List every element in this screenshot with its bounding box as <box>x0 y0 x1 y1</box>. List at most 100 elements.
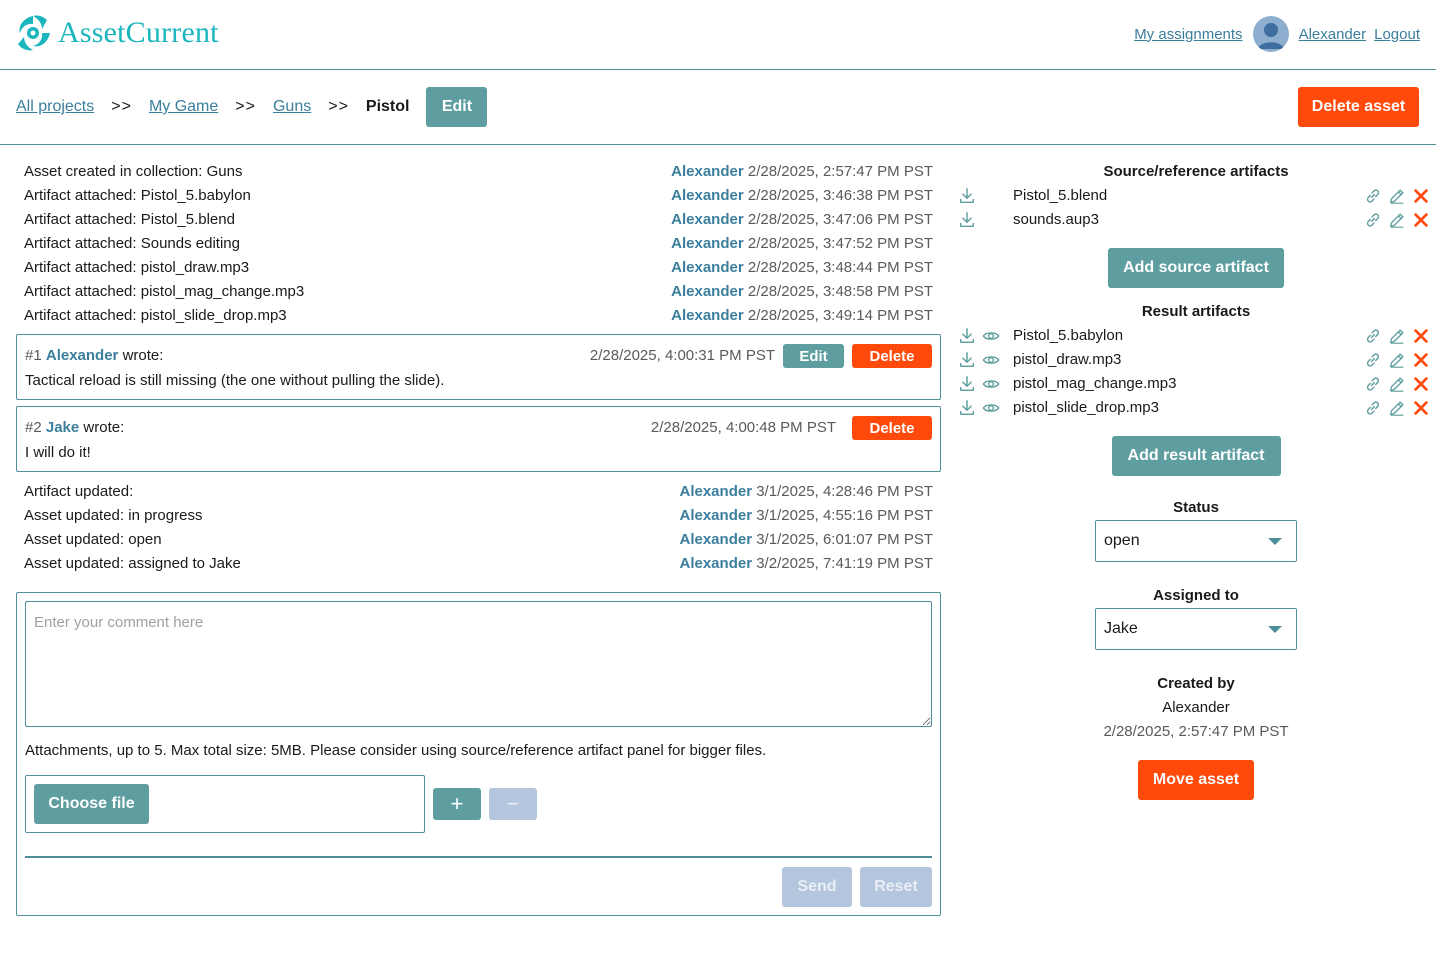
add-source-artifact-button[interactable]: Add source artifact <box>1108 248 1284 288</box>
logout-link[interactable]: Logout <box>1374 26 1420 43</box>
comment-number: #1 <box>25 347 42 364</box>
move-asset-button[interactable]: Move asset <box>1138 760 1254 800</box>
download-icon[interactable] <box>958 375 976 393</box>
event-row: Asset updated: assigned to Jake Alexande… <box>16 552 941 576</box>
close-icon[interactable] <box>1412 351 1430 369</box>
comment-body: Tactical reload is still missing (the on… <box>25 372 445 389</box>
event-time: 2/28/2025, 2:57:47 PM PST <box>747 163 933 180</box>
pencil-icon[interactable] <box>1388 187 1406 205</box>
event-time: 3/2/2025, 7:41:19 PM PST <box>756 555 933 572</box>
download-icon[interactable] <box>958 211 976 229</box>
breadcrumb-my-game[interactable]: My Game <box>149 98 218 116</box>
app-logo[interactable]: AssetCurrent <box>14 14 219 52</box>
event-user: Alexander <box>679 483 753 500</box>
link-icon[interactable] <box>1364 351 1382 369</box>
event-user: Alexander <box>671 235 744 252</box>
delete-comment-button[interactable]: Delete <box>852 344 932 368</box>
eye-icon[interactable] <box>982 351 1000 369</box>
event-user: Alexander <box>679 507 753 524</box>
avatar-icon[interactable] <box>1252 16 1289 52</box>
eye-icon[interactable] <box>982 375 1000 393</box>
send-button[interactable]: Send <box>782 867 852 907</box>
event-row: Artifact attached: Sounds editing Alexan… <box>16 232 941 256</box>
download-icon[interactable] <box>958 327 976 345</box>
artifact-name: Pistol_5.babylon <box>1013 327 1124 344</box>
link-icon[interactable] <box>1364 375 1382 393</box>
event-user: Alexander <box>671 211 744 228</box>
artifact-name: sounds.aup3 <box>1013 211 1099 228</box>
eye-icon[interactable] <box>982 399 1000 417</box>
close-icon[interactable] <box>1412 399 1430 417</box>
artifact-name: pistol_slide_drop.mp3 <box>1013 399 1159 416</box>
reset-button[interactable]: Reset <box>860 867 932 907</box>
add-attachment-button[interactable]: + <box>433 788 481 820</box>
artifact-name: pistol_draw.mp3 <box>1013 351 1122 368</box>
close-icon[interactable] <box>1412 375 1430 393</box>
link-icon[interactable] <box>1364 399 1382 417</box>
event-user: Alexander <box>671 283 744 300</box>
event-text: Artifact attached: Pistol_5.babylon <box>24 187 251 204</box>
artifact-row: pistol_mag_change.mp3 <box>956 372 1436 396</box>
comment-author[interactable]: Jake <box>46 419 79 436</box>
artifact-row: pistol_draw.mp3 <box>956 348 1436 372</box>
edit-asset-button[interactable]: Edit <box>426 87 488 127</box>
comment-input[interactable] <box>25 601 932 727</box>
add-result-artifact-button[interactable]: Add result artifact <box>1111 436 1281 476</box>
breadcrumb-all-projects[interactable]: All projects <box>16 98 94 116</box>
event-user: Alexander <box>679 531 753 548</box>
top-bar: AssetCurrent My assignments Alexander Lo… <box>0 0 1436 70</box>
artifact-row: Pistol_5.blend <box>956 184 1436 208</box>
comment-card: #1 Alexander wrote: 2/28/2025, 4:00:31 P… <box>16 334 941 400</box>
pencil-icon[interactable] <box>1388 351 1406 369</box>
choose-file-button[interactable]: Choose file <box>34 784 149 824</box>
link-icon[interactable] <box>1364 327 1382 345</box>
events-bottom: Artifact updated: Alexander 3/1/2025, 4:… <box>16 480 941 576</box>
my-assignments-link[interactable]: My assignments <box>1134 26 1242 43</box>
status-select[interactable]: open <box>1095 520 1297 562</box>
event-time: 3/1/2025, 4:28:46 PM PST <box>756 483 933 500</box>
remove-attachment-button[interactable]: − <box>489 788 537 820</box>
top-nav: My assignments Alexander Logout <box>1134 16 1420 52</box>
delete-asset-button[interactable]: Delete asset <box>1298 87 1419 127</box>
eye-icon[interactable] <box>982 327 1000 345</box>
events-top: Asset created in collection: Guns Alexan… <box>16 160 941 328</box>
comment-card: #2 Jake wrote: 2/28/2025, 4:00:48 PM PST… <box>16 406 941 472</box>
event-user: Alexander <box>671 163 744 180</box>
event-time: 3/1/2025, 4:55:16 PM PST <box>756 507 933 524</box>
comment-author[interactable]: Alexander <box>46 347 119 364</box>
event-row: Artifact attached: Pistol_5.blend Alexan… <box>16 208 941 232</box>
event-text: Artifact updated: <box>24 483 134 500</box>
event-text: Asset updated: assigned to Jake <box>24 555 241 572</box>
comment-number: #2 <box>25 419 42 436</box>
pencil-icon[interactable] <box>1388 211 1406 229</box>
close-icon[interactable] <box>1412 187 1430 205</box>
breadcrumb-guns[interactable]: Guns <box>273 98 311 116</box>
created-time: 2/28/2025, 2:57:47 PM PST <box>1103 723 1289 740</box>
download-icon[interactable] <box>958 351 976 369</box>
delete-comment-button[interactable]: Delete <box>852 416 932 440</box>
close-icon[interactable] <box>1412 211 1430 229</box>
event-row: Asset created in collection: Guns Alexan… <box>16 160 941 184</box>
event-text: Asset updated: in progress <box>24 507 203 524</box>
status-label: Status <box>1173 499 1219 516</box>
link-icon[interactable] <box>1364 187 1382 205</box>
download-icon[interactable] <box>958 399 976 417</box>
assigned-select[interactable]: Jake <box>1095 608 1297 650</box>
comment-time: 2/28/2025, 4:00:31 PM PST <box>589 347 775 364</box>
chevron-down-icon <box>1268 538 1282 545</box>
pencil-icon[interactable] <box>1388 399 1406 417</box>
pencil-icon[interactable] <box>1388 375 1406 393</box>
edit-comment-button[interactable]: Edit <box>783 344 844 368</box>
event-user: Alexander <box>679 555 753 572</box>
user-link[interactable]: Alexander <box>1299 26 1367 43</box>
download-icon[interactable] <box>958 187 976 205</box>
link-icon[interactable] <box>1364 211 1382 229</box>
assigned-value: Jake <box>1104 620 1138 637</box>
created-by-label: Created by <box>1157 675 1235 692</box>
event-time: 2/28/2025, 3:49:14 PM PST <box>747 307 933 324</box>
pencil-icon[interactable] <box>1388 327 1406 345</box>
app-name: AssetCurrent <box>58 16 219 49</box>
close-icon[interactable] <box>1412 327 1430 345</box>
source-artifacts-title: Source/reference artifacts <box>1103 163 1289 180</box>
breadcrumb: All projects >> My Game >> Guns >> Pisto… <box>16 87 488 127</box>
